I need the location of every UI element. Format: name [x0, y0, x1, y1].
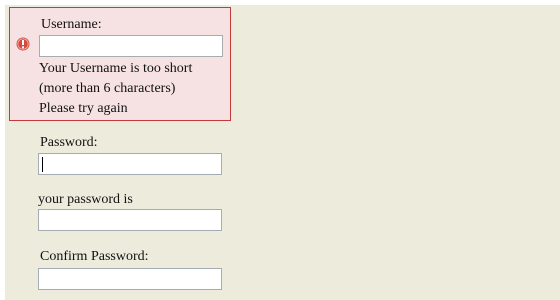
password-hint-label: your password is [38, 192, 133, 207]
password-hint-input[interactable] [38, 209, 222, 231]
username-input[interactable] [39, 35, 223, 57]
username-error-line-1: Your Username is too short [39, 61, 193, 76]
username-error-line-2: (more than 6 characters) [39, 81, 176, 96]
error-exclamation-icon [16, 37, 30, 51]
username-error-line-3: Please try again [39, 101, 128, 116]
confirm-password-input[interactable] [38, 268, 222, 290]
confirm-password-label: Confirm Password: [40, 249, 149, 264]
username-label: Username: [41, 17, 102, 32]
text-caret [42, 157, 43, 172]
password-input[interactable] [38, 153, 222, 175]
username-error-box: Username: Your Username is too short (mo… [9, 7, 231, 121]
password-label: Password: [40, 135, 98, 150]
